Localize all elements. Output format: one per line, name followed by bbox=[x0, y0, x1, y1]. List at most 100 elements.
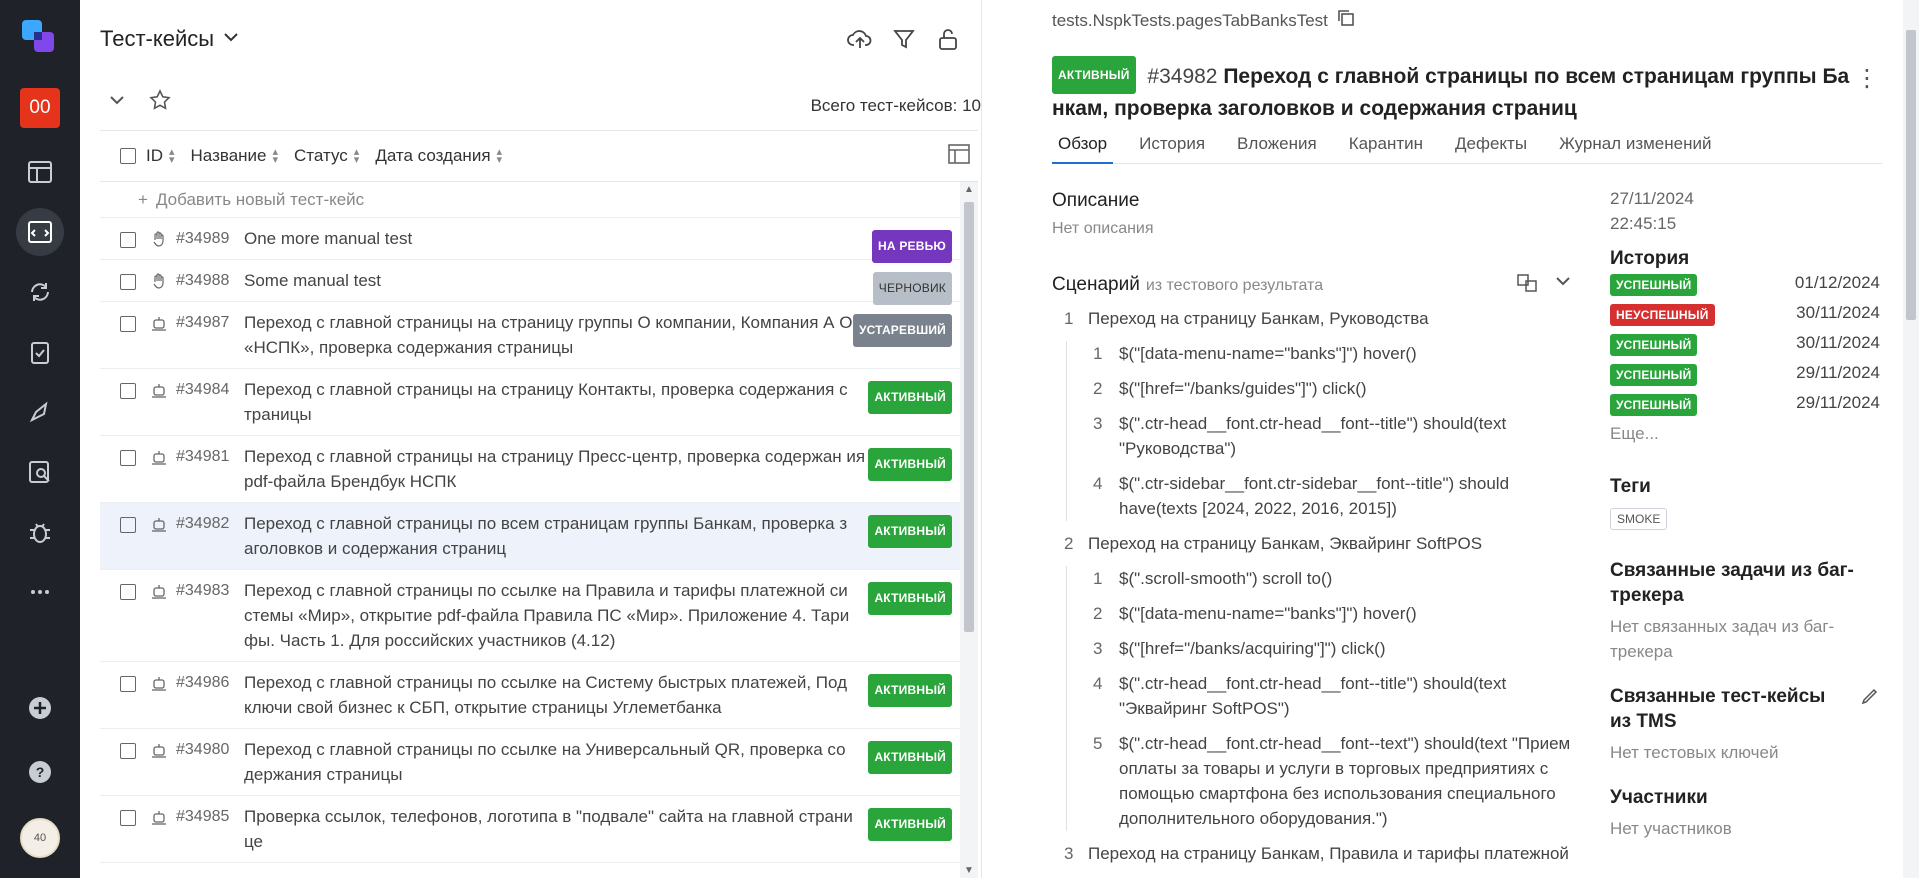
clipboard-icon[interactable] bbox=[16, 328, 64, 376]
upload-icon[interactable] bbox=[847, 26, 873, 57]
list-controls bbox=[108, 88, 172, 117]
tab-3[interactable]: Карантин bbox=[1343, 134, 1429, 164]
row-checkbox[interactable] bbox=[120, 274, 136, 290]
tag-chip[interactable]: SMOKE bbox=[1610, 508, 1668, 530]
row-id: #34989 bbox=[176, 230, 230, 247]
scroll-up-icon[interactable]: ▲ bbox=[964, 184, 974, 195]
automated-robot-icon bbox=[150, 582, 168, 600]
add-testcase-button[interactable]: + Добавить новый тест-кейс bbox=[100, 182, 960, 218]
row-checkbox[interactable] bbox=[120, 810, 136, 826]
testcases-icon[interactable] bbox=[16, 208, 64, 256]
detail-scrollbar[interactable] bbox=[1903, 0, 1919, 878]
table-row[interactable]: #34987 Переход с главной страницы на стра… bbox=[100, 302, 960, 369]
tab-2[interactable]: Вложения bbox=[1231, 134, 1323, 164]
unlock-icon[interactable] bbox=[935, 26, 961, 57]
tab-5[interactable]: Журнал изменений bbox=[1553, 134, 1717, 164]
avatar[interactable]: 40 bbox=[20, 818, 60, 858]
list-scrollbar[interactable]: ▲ ▼ bbox=[960, 182, 978, 878]
column-name-label: Название bbox=[190, 146, 267, 165]
status-badge: АКТИВНЫЙ bbox=[868, 381, 952, 414]
search-report-icon[interactable] bbox=[16, 448, 64, 496]
overview-main: Описание Нет описания Сценарий из тестов… bbox=[1052, 190, 1582, 863]
filter-icon[interactable] bbox=[891, 26, 917, 57]
scenario-steps: 1 Переход на страницу Банкам, Руководства… bbox=[1052, 306, 1582, 876]
tab-4[interactable]: Дефекты bbox=[1449, 134, 1533, 164]
row-checkbox[interactable] bbox=[120, 232, 136, 248]
tab-1[interactable]: История bbox=[1133, 134, 1211, 164]
add-icon[interactable] bbox=[16, 684, 64, 732]
row-title: Переход с главной страницы по ссылке на … bbox=[244, 581, 850, 650]
row-title: Переход с главной страницы по всем стран… bbox=[244, 514, 848, 558]
history-row[interactable]: НЕУСПЕШНЫЙ 30/11/2024 bbox=[1610, 300, 1880, 330]
row-checkbox[interactable] bbox=[120, 450, 136, 466]
kebab-menu-icon[interactable]: ⋮ bbox=[1855, 64, 1879, 93]
manual-hand-icon bbox=[150, 230, 168, 248]
row-checkbox[interactable] bbox=[120, 743, 136, 759]
table-row[interactable]: #34980 Переход с главной страницы по ссыл… bbox=[100, 729, 960, 796]
row-title: Переход с главной страницы на страницу К… bbox=[244, 380, 848, 424]
substep-number: 4 bbox=[1093, 674, 1103, 693]
scenario-step: 3 Переход на страницу Банкам, Правила и т… bbox=[1052, 841, 1582, 866]
column-name[interactable]: Название ▴ ▾ bbox=[191, 146, 279, 166]
history-row[interactable]: УСПЕШНЫЙ 01/12/2024 bbox=[1610, 270, 1880, 300]
substep-number: 4 bbox=[1093, 474, 1103, 493]
row-title: Проверка ссылок, телефонов, логотипа в "… bbox=[244, 807, 853, 851]
table-header: ID ▴ ▾ Название ▴ ▾ Статус ▴ ▾ Дата создания ▴ ▾ bbox=[100, 130, 978, 182]
copy-icon[interactable] bbox=[1336, 8, 1356, 33]
history-row[interactable]: УСПЕШНЫЙ 29/11/2024 bbox=[1610, 390, 1880, 420]
row-checkbox[interactable] bbox=[120, 383, 136, 399]
chevron-down-icon[interactable] bbox=[1554, 272, 1572, 299]
row-checkbox[interactable] bbox=[120, 584, 136, 600]
select-all-checkbox[interactable] bbox=[120, 148, 136, 164]
rocket-icon[interactable] bbox=[16, 388, 64, 436]
history-row[interactable]: УСПЕШНЫЙ 30/11/2024 bbox=[1610, 330, 1880, 360]
project-badge[interactable]: 00 bbox=[20, 88, 60, 128]
table-row[interactable]: #34981 Переход с главной страницы на стра… bbox=[100, 436, 960, 503]
columns-settings-icon[interactable] bbox=[946, 141, 972, 172]
help-icon[interactable]: ? bbox=[16, 748, 64, 796]
row-checkbox[interactable] bbox=[120, 316, 136, 332]
scenario-substep: 5 $(".ctr-head__font.ctr-head__font--text… bbox=[1067, 731, 1582, 831]
tab-0[interactable]: Обзор bbox=[1052, 134, 1114, 164]
status-badge: АКТИВНЫЙ bbox=[868, 808, 952, 841]
scenario-substep: 4 $(".ctr-head__font.ctr-head__font--titl… bbox=[1067, 671, 1582, 721]
column-created[interactable]: Дата создания ▴ ▾ bbox=[375, 146, 502, 166]
collapse-icon[interactable] bbox=[108, 91, 126, 114]
bug-icon[interactable] bbox=[16, 508, 64, 556]
result-badge: УСПЕШНЫЙ bbox=[1610, 394, 1698, 416]
column-status[interactable]: Статус ▴ ▾ bbox=[294, 146, 359, 166]
table-row[interactable]: #34984 Переход с главной страницы на стра… bbox=[100, 369, 960, 436]
table-row[interactable]: #34982 Переход с главной страницы по всем… bbox=[100, 503, 960, 570]
table-row[interactable]: #34985 Проверка ссылок, телефонов, логоти… bbox=[100, 796, 960, 863]
more-icon[interactable] bbox=[16, 568, 64, 616]
scroll-down-icon[interactable]: ▼ bbox=[964, 865, 974, 876]
launches-icon[interactable] bbox=[16, 268, 64, 316]
scroll-thumb[interactable] bbox=[964, 202, 974, 632]
scenario-substep: 3 $("[href="/banks/acquiring"]") click() bbox=[1067, 636, 1582, 661]
substep-number: 5 bbox=[1093, 734, 1103, 753]
edit-icon[interactable] bbox=[1860, 686, 1880, 711]
test-path: tests.NspkTests.pagesTabBanksTest bbox=[1052, 8, 1356, 33]
logo-icon[interactable] bbox=[20, 18, 60, 58]
scroll-thumb[interactable] bbox=[1906, 30, 1916, 320]
issues-title: Связанные задачи из баг-трекера bbox=[1610, 560, 1854, 606]
translate-icon[interactable] bbox=[1516, 272, 1538, 299]
table-row[interactable]: #34989 One more manual test НА РЕВЬЮ bbox=[100, 218, 960, 263]
column-id[interactable]: ID ▴ ▾ bbox=[146, 146, 175, 166]
star-icon[interactable] bbox=[148, 88, 172, 117]
row-checkbox[interactable] bbox=[120, 676, 136, 692]
table-row[interactable]: #34983 Переход с главной страницы по ссыл… bbox=[100, 570, 960, 662]
table-row[interactable]: #34988 Some manual test ЧЕРНОВИК bbox=[100, 260, 960, 305]
row-checkbox[interactable] bbox=[120, 517, 136, 533]
substep-text: $(".ctr-head__font.ctr-head__font--title… bbox=[1119, 674, 1507, 718]
detail-number: #34982 bbox=[1147, 65, 1218, 88]
scenario-title: Сценарий bbox=[1052, 274, 1140, 295]
substep-text: $(".ctr-head__font.ctr-head__font--title… bbox=[1119, 414, 1507, 458]
table-row[interactable]: #34986 Переход с главной страницы по ссыл… bbox=[100, 662, 960, 729]
tags-title: Теги bbox=[1610, 476, 1651, 497]
history-more-link[interactable]: Еще... bbox=[1610, 424, 1880, 444]
history-row[interactable]: УСПЕШНЫЙ 29/11/2024 bbox=[1610, 360, 1880, 390]
list-toolbar bbox=[847, 26, 961, 57]
dashboard-icon[interactable] bbox=[16, 148, 64, 196]
list-title[interactable]: Тест-кейсы bbox=[100, 26, 240, 52]
